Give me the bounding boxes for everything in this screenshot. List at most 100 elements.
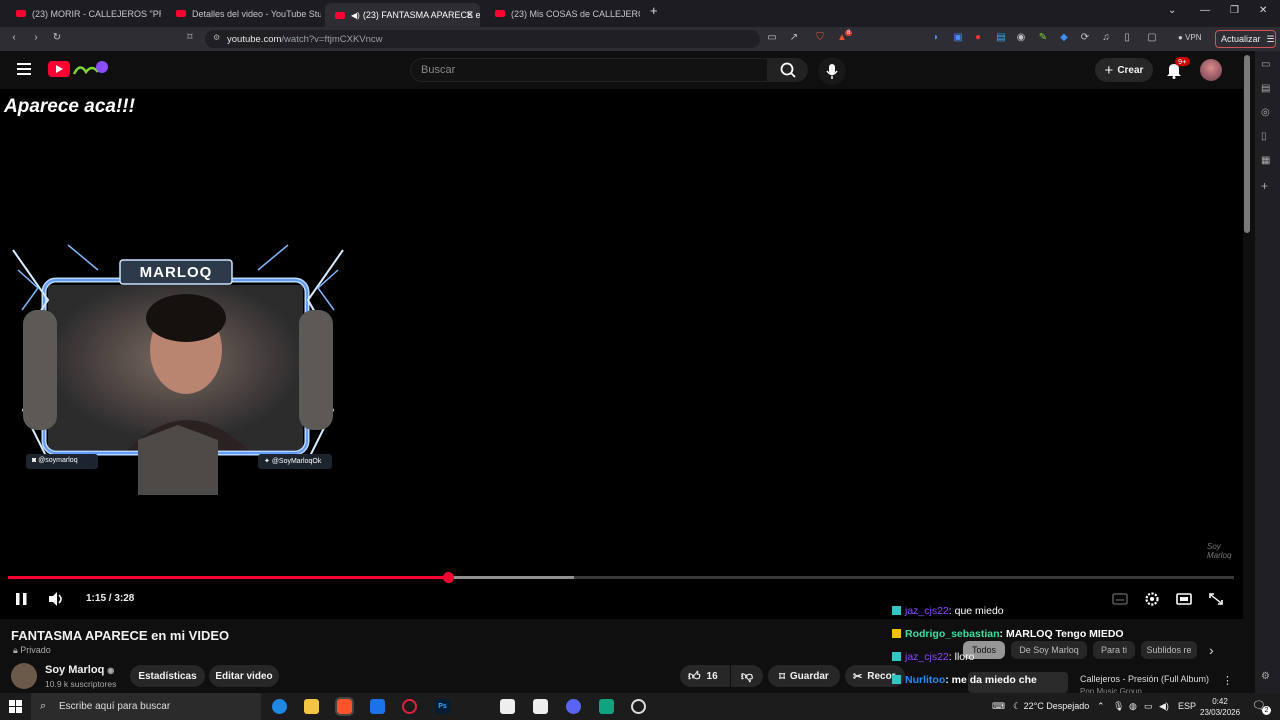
wallet-icon[interactable]: ▢ xyxy=(1146,32,1158,44)
vegas-icon[interactable] xyxy=(370,699,385,714)
notifications-button[interactable]: 9+ xyxy=(1165,57,1190,84)
chat-badge-icon xyxy=(892,675,901,684)
sidebar-bookmarks-icon[interactable]: ▯ xyxy=(1261,131,1267,142)
dislike-button[interactable]: 👎︎ xyxy=(731,665,763,687)
language-indicator[interactable]: ESP xyxy=(1178,701,1196,711)
drop-extension-icon[interactable]: ◆ xyxy=(1058,32,1070,44)
channel-logo-icon[interactable] xyxy=(72,60,108,78)
chevron-right-icon[interactable]: › xyxy=(1209,642,1214,658)
sidebar-list-icon[interactable]: ▦ xyxy=(1261,155,1270,166)
browser-tab-active[interactable]: ◀) (23) FANTASMA APARECE en ✕ xyxy=(325,3,480,27)
update-button[interactable]: Actualizar ☰ xyxy=(1215,30,1276,48)
chip-from-channel[interactable]: De Soy Marloq xyxy=(1011,641,1087,659)
privacy-status: 🔒︎ Privado xyxy=(13,645,51,656)
like-button[interactable]: 👍︎ 16 xyxy=(680,665,730,687)
browser-tab-1[interactable]: (23) MORIR - CALLEJEROS "PRESIÓN xyxy=(6,3,161,24)
create-button[interactable]: + Crear xyxy=(1095,58,1153,82)
record-extension-icon[interactable]: ● xyxy=(972,32,984,44)
network-icon[interactable]: ▭ xyxy=(1144,701,1153,712)
suggestion-title[interactable]: Callejeros - Presión (Full Album) xyxy=(1080,674,1209,684)
taskbar-search[interactable]: ⌕ Escribe aquí para buscar xyxy=(31,693,261,720)
file-explorer-icon[interactable] xyxy=(304,699,319,714)
windows-start-icon[interactable] xyxy=(9,700,22,718)
sync-icon[interactable]: ⟳ xyxy=(1079,32,1091,44)
cam-name-label: MARLOQ xyxy=(139,264,213,281)
keyboard-icon[interactable]: ⌨ xyxy=(992,701,1005,712)
voice-search-button[interactable] xyxy=(818,57,846,85)
statistics-button[interactable]: Estadísticas xyxy=(130,665,205,687)
edit-video-button[interactable]: Editar video xyxy=(209,665,279,687)
volume-button[interactable] xyxy=(47,591,65,607)
sidebar-settings-icon[interactable]: ⚙ xyxy=(1261,671,1270,682)
cast-icon[interactable]: ▭ xyxy=(766,32,778,44)
music-icon[interactable]: ♫ xyxy=(1100,32,1112,44)
sidebar-wallet-icon[interactable]: ▤ xyxy=(1261,83,1270,94)
more-options-icon[interactable]: ⋮ xyxy=(1222,674,1233,687)
microphone-icon xyxy=(826,64,838,79)
restore-icon[interactable]: ❐ xyxy=(1230,5,1239,16)
search-icon xyxy=(780,62,796,78)
sidebar-reading-icon[interactable]: ▭ xyxy=(1261,59,1270,70)
close-tab-icon[interactable]: ✕ xyxy=(466,10,474,21)
app-icon[interactable] xyxy=(599,699,614,714)
reload-icon[interactable]: ↻ xyxy=(51,32,63,44)
address-bar[interactable]: ⚙ youtube.com/watch?v=ftjmCXKVncw xyxy=(205,30,760,48)
chip-for-you[interactable]: Para ti xyxy=(1093,641,1135,659)
speaker-icon[interactable]: ◀) xyxy=(1159,701,1169,712)
weather-widget[interactable]: ☾ 22°C Despejado xyxy=(1013,701,1089,712)
browser-tab-2[interactable]: Detalles del video - YouTube Studio xyxy=(166,3,321,24)
browser-tab-4[interactable]: (23) Mis COSAS de CALLEJEROS - Yo xyxy=(485,3,640,24)
tray-chevron-up-icon[interactable]: ⌃ xyxy=(1097,701,1105,712)
sidebar-icon[interactable]: ▯ xyxy=(1121,32,1133,44)
obs-icon[interactable] xyxy=(631,699,646,714)
capcut-2-icon[interactable] xyxy=(533,699,548,714)
account-avatar[interactable] xyxy=(1200,59,1222,81)
settings-button[interactable] xyxy=(1143,591,1161,607)
edge-icon[interactable] xyxy=(272,699,287,714)
capcut-icon[interactable] xyxy=(500,699,515,714)
chat-user: Nurlitoo xyxy=(905,674,946,686)
forward-icon[interactable]: › xyxy=(30,32,42,44)
back-icon[interactable]: ‹ xyxy=(8,32,20,44)
clock[interactable]: 0:42 23/03/2026 xyxy=(1200,696,1240,718)
hamburger-menu-icon[interactable] xyxy=(17,63,31,75)
vpn-button[interactable]: ● VPN xyxy=(1178,33,1202,42)
share-icon[interactable]: ↗ xyxy=(788,32,800,44)
chip-uploaded[interactable]: Sublidos re xyxy=(1141,641,1197,659)
leaf-extension-icon[interactable]: ✎ xyxy=(1037,32,1049,44)
channel-name[interactable]: Soy Marloq ◉ xyxy=(45,664,114,676)
sidebar-history-icon[interactable]: ◎ xyxy=(1261,107,1270,118)
chat-user: Rodrigo_sebastian xyxy=(905,628,1000,640)
channel-avatar[interactable] xyxy=(11,663,37,689)
tab-search-chevron-icon[interactable]: ⌄ xyxy=(1168,5,1176,16)
theater-mode-button[interactable] xyxy=(1175,591,1193,607)
sidebar-add-icon[interactable]: + xyxy=(1261,179,1268,193)
save-button[interactable]: ⌑ Guardar xyxy=(768,665,840,687)
clock-time: 0:42 xyxy=(1212,697,1228,706)
subtitles-button[interactable] xyxy=(1111,591,1129,607)
new-tab-icon[interactable]: + xyxy=(650,3,658,18)
brave-shield-icon[interactable]: ⛉ xyxy=(814,32,826,44)
search-button[interactable] xyxy=(768,58,808,82)
vpn-label: VPN xyxy=(1185,33,1202,42)
tray-mic-icon[interactable]: 🎙︎ xyxy=(1113,701,1124,712)
extension-icon[interactable]: ◗ xyxy=(930,32,942,44)
minimize-icon[interactable]: — xyxy=(1200,5,1210,16)
close-window-icon[interactable]: ✕ xyxy=(1259,5,1267,16)
pause-button[interactable] xyxy=(13,591,31,607)
screenshot-extension-icon[interactable]: ▤ xyxy=(995,32,1007,44)
photoshop-icon[interactable]: Ps xyxy=(435,699,450,714)
fullscreen-button[interactable] xyxy=(1207,591,1225,607)
bookmark-icon[interactable]: ⌑ xyxy=(184,32,196,44)
tray-app-icon[interactable]: ◍ xyxy=(1129,701,1137,712)
github-icon[interactable]: ◉ xyxy=(1015,32,1027,44)
brave-icon[interactable] xyxy=(335,697,354,716)
translate-icon[interactable]: ▣ xyxy=(952,32,964,44)
site-info-icon[interactable]: ⚙ xyxy=(213,33,220,42)
youtube-logo-icon[interactable] xyxy=(48,61,70,77)
page-scrollbar[interactable] xyxy=(1244,55,1250,233)
discord-icon[interactable] xyxy=(566,699,581,714)
progress-scrubber[interactable] xyxy=(442,572,454,583)
search-input[interactable]: Buscar xyxy=(410,58,768,82)
opera-icon[interactable] xyxy=(402,699,417,714)
